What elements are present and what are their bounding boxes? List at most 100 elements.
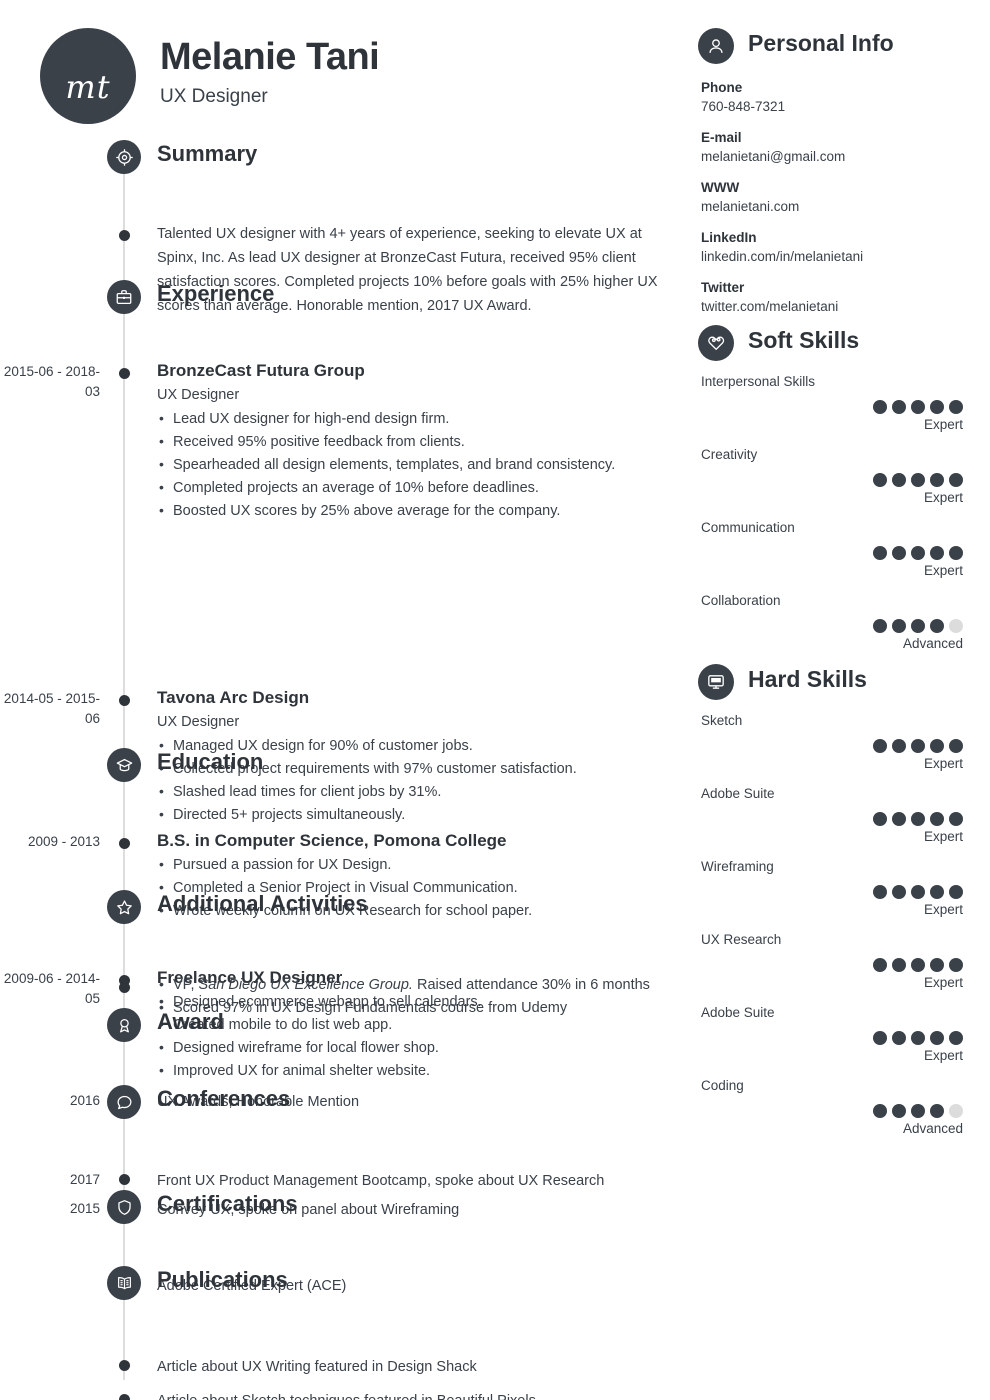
skill-item: Adobe Suite Expert [701, 785, 981, 844]
skill-item: Adobe Suite Expert [701, 1004, 981, 1063]
rating-dot [911, 400, 925, 414]
rating-dot-empty [949, 619, 963, 633]
entry-dates: 2009-06 - 2014-05 [3, 971, 100, 1006]
section-education: Education 2009 - 2013 B.S. in Computer S… [0, 748, 690, 922]
section-summary: Summary Talented UX designer with 4+ yea… [0, 140, 690, 314]
skill-level: Expert [923, 1048, 963, 1063]
avatar-monogram: mt [40, 28, 136, 124]
section-title-education: Education [157, 749, 264, 774]
rating-dot [892, 739, 906, 753]
section-title-soft-skills: Soft Skills [748, 327, 860, 353]
section-title-personal-info: Personal Info [748, 30, 894, 56]
skill-rating-dots [701, 1031, 981, 1045]
rating-dot [949, 812, 963, 826]
skill-rating-dots [701, 885, 981, 899]
activity-prefix: VP, [173, 977, 199, 993]
info-phone: Phone 760-848-7321 [701, 78, 981, 116]
entry-dates: 2009 - 2013 [27, 834, 100, 849]
section-personal-info: Personal Info Phone 760-848-7321 E-mail … [690, 28, 990, 314]
section-header-soft-skills: Soft Skills [690, 325, 990, 365]
info-label: Phone [701, 80, 743, 95]
timeline-dot [119, 982, 130, 993]
rating-dot [873, 619, 887, 633]
rating-dot [892, 885, 906, 899]
page-title: Melanie Tani [160, 36, 380, 78]
rating-dot [930, 1031, 944, 1045]
entry-organization: BronzeCast Futura Group [157, 361, 365, 380]
rating-dot [892, 473, 906, 487]
info-value[interactable]: 760-848-7321 [701, 97, 981, 116]
timeline-dot [119, 1174, 130, 1185]
section-experience: Experience 2015-06 - 2018-03 BronzeCast … [0, 280, 690, 1082]
section-header-personal-info: Personal Info [690, 28, 990, 68]
job-title: UX Designer [160, 86, 268, 107]
rating-dot [930, 400, 944, 414]
skill-name: Communication [701, 520, 795, 535]
rating-dot [873, 400, 887, 414]
rating-dot [949, 739, 963, 753]
rating-dot [949, 885, 963, 899]
rating-dot [930, 958, 944, 972]
info-value[interactable]: linkedin.com/in/melanietani [701, 247, 981, 266]
section-title-summary: Summary [157, 141, 258, 166]
list-item: Pursued a passion for UX Design. [157, 853, 667, 877]
rating-dot [892, 400, 906, 414]
section-header-publications: Publications [0, 1266, 690, 1304]
rating-dot-empty [949, 1104, 963, 1118]
rating-dot [892, 1031, 906, 1045]
section-publications: Publications Article about UX Writing fe… [0, 1266, 690, 1400]
info-value[interactable]: melanietani.com [701, 197, 981, 216]
rating-dot [873, 812, 887, 826]
section-header-experience: Experience [0, 280, 690, 318]
resume-page: mt Melanie Tani UX Designer Summary Tale… [0, 0, 990, 1400]
skill-rating-dots [701, 1104, 981, 1118]
list-item: Directed 5+ projects simultaneously. [157, 803, 667, 827]
timeline-dot [119, 230, 130, 241]
section-title-conferences: Conferences [157, 1086, 291, 1111]
rating-dot [873, 958, 887, 972]
section-header-certifications: Certifications [0, 1190, 690, 1228]
rating-dot [930, 546, 944, 560]
rating-dot [873, 1104, 887, 1118]
activity-group-name: San Diego UX Excellence Group. [198, 977, 413, 993]
timeline-dot [119, 368, 130, 379]
rating-dot [930, 739, 944, 753]
rating-dot [949, 400, 963, 414]
info-email: E-mail melanietani@gmail.com [701, 128, 981, 166]
section-header-activities: Additional Activities [0, 890, 690, 928]
experience-entry: 2014-05 - 2015-06 Tavona Arc Design UX D… [0, 480, 690, 826]
rating-dot [930, 619, 944, 633]
skill-name: Interpersonal Skills [701, 374, 816, 389]
list-item: Received 95% positive feedback from clie… [157, 430, 667, 454]
entry-dates: 2014-05 - 2015-06 [3, 691, 100, 726]
list-item: VP, San Diego UX Excellence Group. Raise… [157, 973, 667, 997]
book-icon [107, 1266, 141, 1300]
entry-text: Front UX Product Management Bootcamp, sp… [157, 1173, 605, 1189]
rating-dot [873, 1031, 887, 1045]
entry-role: UX Designer [157, 714, 240, 730]
rating-dot [930, 473, 944, 487]
briefcase-icon [107, 280, 141, 314]
rating-dot [873, 885, 887, 899]
skill-item: Wireframing Expert [701, 858, 981, 917]
skill-level: Advanced [902, 1121, 963, 1136]
rating-dot [911, 619, 925, 633]
skill-name: UX Research [701, 932, 782, 947]
skill-level: Expert [923, 902, 963, 917]
rating-dot [930, 885, 944, 899]
info-label: Twitter [701, 280, 745, 295]
skill-item: Creativity Expert [701, 446, 981, 505]
skill-rating-dots [701, 739, 981, 753]
skill-name: Sketch [701, 713, 743, 728]
section-conferences: Conferences 2017 Front UX Product Manage… [0, 1085, 690, 1218]
info-value[interactable]: twitter.com/melanietani [701, 297, 981, 316]
skill-level: Expert [923, 829, 963, 844]
skill-item: Communication Expert [701, 519, 981, 578]
monitor-icon [698, 664, 734, 700]
info-label: E-mail [701, 130, 742, 145]
skill-item: Collaboration Advanced [701, 592, 981, 651]
left-column: mt Melanie Tani UX Designer Summary Tale… [0, 0, 690, 1400]
skill-item: UX Research Expert [701, 931, 981, 990]
info-value[interactable]: melanietani@gmail.com [701, 147, 981, 166]
list-item: Spearheaded all design elements, templat… [157, 453, 667, 477]
